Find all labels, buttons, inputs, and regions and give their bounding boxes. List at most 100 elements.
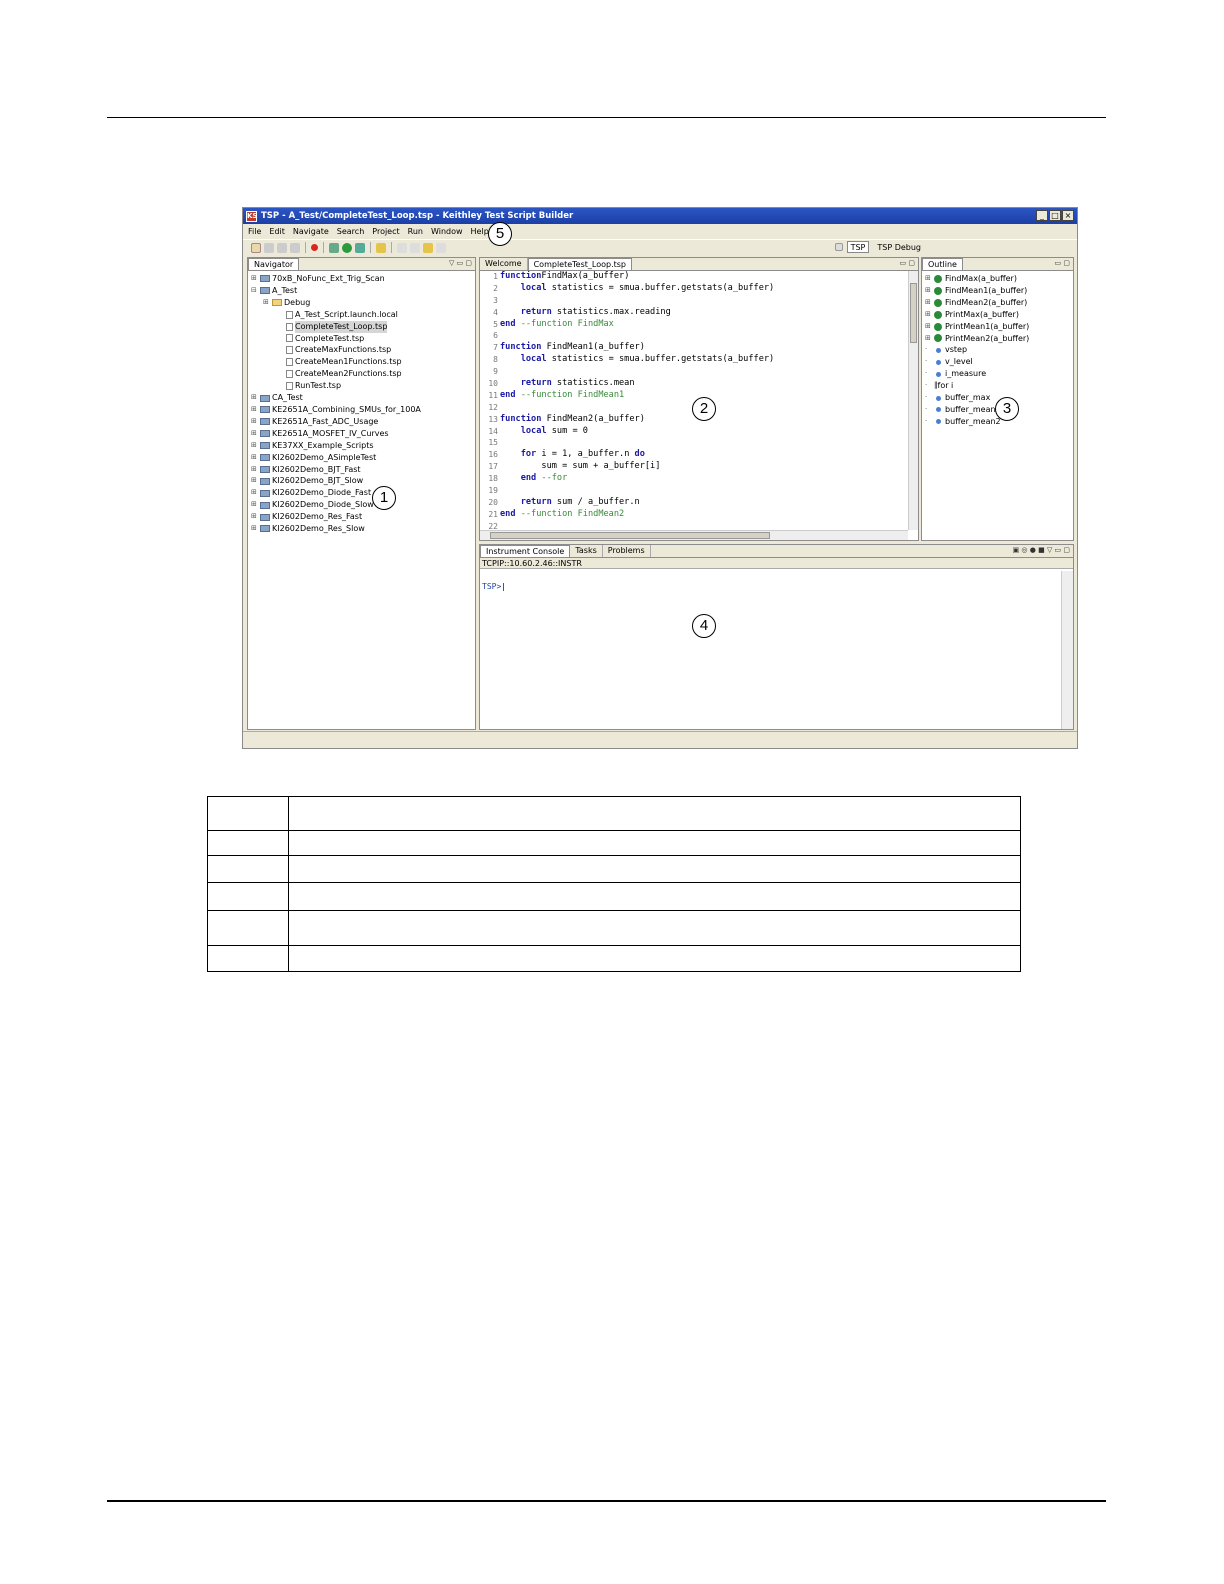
- navigator-item[interactable]: ⊞ KI2602Demo_ASimpleTest: [251, 452, 475, 464]
- outline-item[interactable]: ⊞ FindMean1(a_buffer): [925, 285, 1073, 297]
- save-all-icon[interactable]: [277, 242, 287, 253]
- navigator-item[interactable]: CreateMean2Functions.tsp: [251, 368, 475, 380]
- navigator-item[interactable]: CreateMean1Functions.tsp: [251, 356, 475, 368]
- perspective-tsp-debug[interactable]: TSP Debug: [873, 241, 925, 253]
- expand-icon[interactable]: ⊟: [251, 285, 260, 297]
- navigator-item[interactable]: ⊞ KI2602Demo_Res_Fast: [251, 511, 475, 523]
- next-annotation-icon[interactable]: [397, 242, 407, 253]
- maximize-button[interactable]: □: [1049, 210, 1061, 221]
- code-comment: --function FindMean1: [515, 389, 625, 400]
- tab-welcome[interactable]: Welcome: [480, 258, 528, 270]
- line-number: 7: [493, 343, 498, 353]
- console-output[interactable]: TSP>|: [482, 571, 1061, 727]
- prev-annotation-icon[interactable]: [410, 242, 420, 253]
- expand-icon[interactable]: ⊞: [251, 511, 260, 523]
- outline-item[interactable]: ⊞ FindMax(a_buffer): [925, 273, 1073, 285]
- view-menu-icon[interactable]: ▭ ▢: [1055, 259, 1070, 267]
- expand-icon[interactable]: ⊞: [925, 297, 934, 309]
- view-menu-icon[interactable]: ▭ ▢: [900, 259, 915, 267]
- navigator-item[interactable]: ⊟ A_Test: [251, 285, 475, 297]
- expand-icon[interactable]: ⊞: [251, 392, 260, 404]
- navigator-item[interactable]: ⊞ KE2651A_MOSFET_IV_Curves: [251, 428, 475, 440]
- minimize-button[interactable]: _: [1036, 210, 1048, 221]
- expand-icon[interactable]: ⊞: [925, 333, 934, 345]
- forward-icon[interactable]: [436, 242, 446, 253]
- run-icon[interactable]: [342, 242, 352, 253]
- expand-icon[interactable]: ⊞: [251, 416, 260, 428]
- code-text: end --for: [500, 473, 568, 485]
- outline-item[interactable]: · i_measure: [925, 368, 1073, 380]
- save-icon[interactable]: [264, 242, 274, 253]
- outline-item[interactable]: · vstep: [925, 344, 1073, 356]
- menu-help[interactable]: Help: [471, 227, 489, 236]
- perspective-tsp[interactable]: TSP: [846, 241, 870, 253]
- tab-tasks[interactable]: Tasks: [570, 545, 603, 557]
- expand-icon[interactable]: ⊞: [251, 404, 260, 416]
- tab-outline[interactable]: Outline: [922, 258, 963, 270]
- expand-icon[interactable]: ⊞: [251, 428, 260, 440]
- navigator-item[interactable]: CompleteTest.tsp: [251, 333, 475, 345]
- navigator-item[interactable]: ⊞ KI2602Demo_BJT_Fast: [251, 464, 475, 476]
- navigator-item[interactable]: ⊞ KI2602Demo_BJT_Slow: [251, 475, 475, 487]
- close-button[interactable]: ×: [1062, 210, 1074, 221]
- navigator-item[interactable]: ⊞ KE2651A_Combining_SMUs_for_100A: [251, 404, 475, 416]
- external-tools-icon[interactable]: [355, 242, 365, 253]
- record-icon[interactable]: [311, 244, 318, 251]
- search-icon[interactable]: [376, 242, 386, 253]
- navigator-item[interactable]: ⊞ KE37XX_Example_Scripts: [251, 440, 475, 452]
- code-token: FindMax(a_buffer): [541, 271, 630, 281]
- console-scrollbar[interactable]: [1061, 571, 1073, 729]
- navigator-item[interactable]: ⊞ KI2602Demo_Diode_Fast: [251, 487, 475, 499]
- outline-item[interactable]: ⊞ FindMean2(a_buffer): [925, 297, 1073, 309]
- expand-icon[interactable]: ⊞: [251, 487, 260, 499]
- debug-icon[interactable]: [329, 242, 339, 253]
- expand-icon[interactable]: ⊞: [251, 440, 260, 452]
- navigator-item[interactable]: A_Test_Script.launch.local: [251, 309, 475, 321]
- expand-icon[interactable]: ⊞: [925, 273, 934, 285]
- navigator-item[interactable]: ⊞ KI2602Demo_Res_Slow: [251, 523, 475, 535]
- editor-horizontal-scrollbar[interactable]: [480, 530, 908, 540]
- expand-icon[interactable]: ⊞: [251, 475, 260, 487]
- navigator-item[interactable]: ⊞ 70xB_NoFunc_Ext_Trig_Scan: [251, 273, 475, 285]
- expand-icon[interactable]: ⊞: [251, 499, 260, 511]
- open-perspective-icon[interactable]: [834, 243, 843, 251]
- expand-icon[interactable]: ⊞: [925, 285, 934, 297]
- outline-item[interactable]: ⊞ PrintMax(a_buffer): [925, 309, 1073, 321]
- back-icon[interactable]: [423, 242, 433, 253]
- tab-completetest-loop[interactable]: CompleteTest_Loop.tsp: [527, 258, 633, 270]
- expand-icon[interactable]: ⊞: [251, 523, 260, 535]
- view-menu-icon[interactable]: ▽ ▭ ▢: [449, 259, 472, 267]
- navigator-item[interactable]: ⊞ KI2602Demo_Diode_Slow: [251, 499, 475, 511]
- print-icon[interactable]: [290, 242, 300, 253]
- console-toolbar-icons[interactable]: ▣ ◎ ● ■ ▽ ▭ ▢: [1013, 546, 1070, 554]
- tab-instrument-console[interactable]: Instrument Console: [480, 545, 571, 557]
- navigator-item[interactable]: ⊞ Debug: [251, 297, 475, 309]
- navigator-item[interactable]: CompleteTest_Loop.tsp: [251, 320, 475, 333]
- tab-navigator[interactable]: Navigator: [248, 258, 300, 270]
- navigator-item[interactable]: CreateMaxFunctions.tsp: [251, 344, 475, 356]
- outline-item[interactable]: · v_level: [925, 356, 1073, 368]
- outline-item[interactable]: ⊞ PrintMean2(a_buffer): [925, 333, 1073, 345]
- outline-item[interactable]: · ‖ for i: [925, 380, 1073, 392]
- navigator-item[interactable]: ⊞ KE2651A_Fast_ADC_Usage: [251, 416, 475, 428]
- tab-problems[interactable]: Problems: [603, 545, 651, 557]
- expand-icon[interactable]: ⊞: [925, 321, 934, 333]
- menu-file[interactable]: File: [248, 227, 261, 236]
- editor-vertical-scrollbar[interactable]: [908, 271, 918, 530]
- expand-icon[interactable]: ⊞: [251, 464, 260, 476]
- title-bar[interactable]: KS TSP - A_Test/CompleteTest_Loop.tsp - …: [243, 208, 1077, 224]
- expand-icon[interactable]: ⊞: [263, 297, 272, 309]
- menu-run[interactable]: Run: [408, 227, 423, 236]
- expand-icon[interactable]: ⊞: [251, 452, 260, 464]
- navigator-item[interactable]: ⊞ CA_Test: [251, 392, 475, 404]
- menu-window[interactable]: Window: [431, 227, 463, 236]
- menu-edit[interactable]: Edit: [269, 227, 285, 236]
- navigator-item[interactable]: RunTest.tsp: [251, 380, 475, 392]
- new-icon[interactable]: [251, 242, 261, 253]
- menu-project[interactable]: Project: [372, 227, 399, 236]
- menu-search[interactable]: Search: [337, 227, 364, 236]
- menu-navigate[interactable]: Navigate: [293, 227, 329, 236]
- expand-icon[interactable]: ⊞: [251, 273, 260, 285]
- expand-icon[interactable]: ⊞: [925, 309, 934, 321]
- outline-item[interactable]: ⊞ PrintMean1(a_buffer): [925, 321, 1073, 333]
